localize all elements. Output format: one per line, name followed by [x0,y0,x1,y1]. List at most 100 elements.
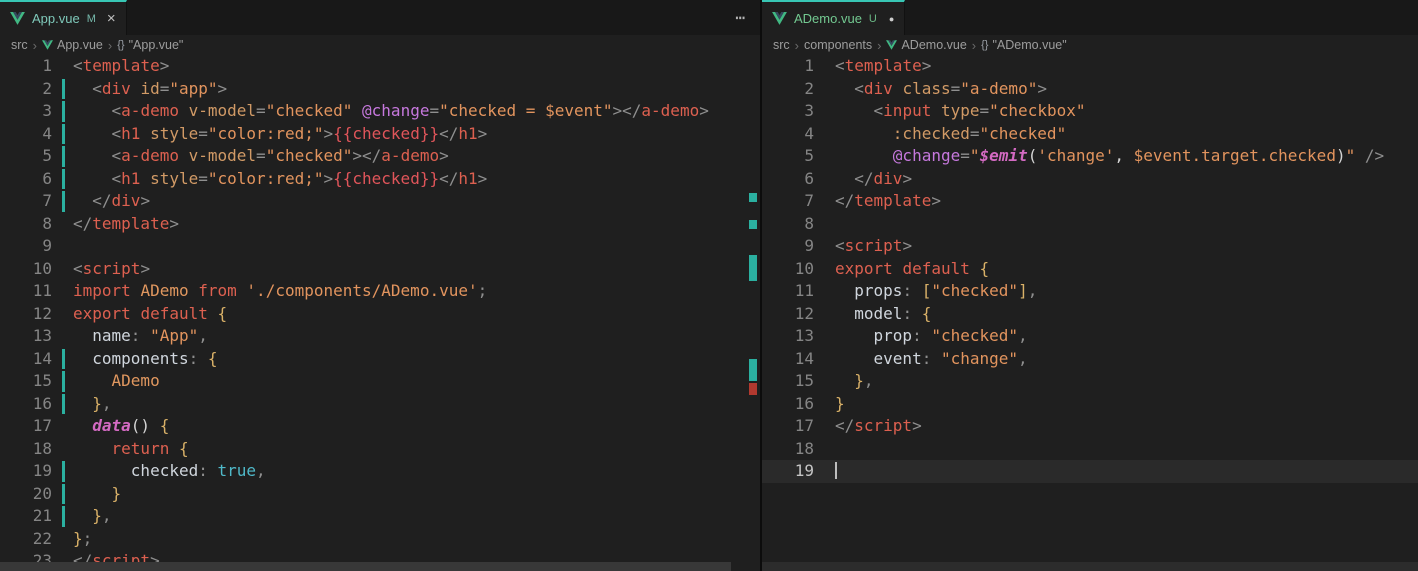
code-line[interactable]: 15 ADemo [0,370,760,393]
horizontal-scrollbar-right[interactable] [762,562,1418,571]
code-line[interactable]: 22}; [0,528,760,551]
line-number: 8 [42,213,52,233]
horizontal-scrollbar-left[interactable] [0,562,746,571]
code-line[interactable]: 17 </script> [762,415,1418,438]
code-token: ) [1335,146,1346,165]
code-token: > [912,416,922,435]
code-line[interactable]: 2 <div class="a-demo"> [762,78,1418,101]
tab-app-vue[interactable]: App.vue M × [0,0,127,35]
close-icon[interactable]: × [107,11,116,26]
code-line[interactable]: 3 <input type="checkbox" [762,100,1418,123]
code-line[interactable]: 14 event: "change", [762,348,1418,371]
code-line[interactable]: 17 data() { [0,415,760,438]
code-line[interactable]: 1 <template> [762,55,1418,78]
code-text: components: { [73,348,217,371]
scrollbar-thumb[interactable] [0,562,732,571]
code-line[interactable]: 6 <h1 style="color:red;">{{checked}}</h1… [0,168,760,191]
code-line[interactable]: 2 <div id="app"> [0,78,760,101]
code-text: <script> [835,235,912,258]
code-line[interactable]: 18 return { [0,438,760,461]
code-line[interactable]: 19 checked: true, [0,460,760,483]
code-line[interactable]: 4 :checked="checked" [762,123,1418,146]
code-line[interactable]: 1 <template> [0,55,760,78]
code-token: </ [854,168,874,188]
breadcrumb-item[interactable]: App.vue [42,38,103,52]
code-token: { [921,303,932,323]
code-line[interactable]: 10 <script> [0,258,760,281]
code-wrap-left: 1 <template> 2 <div id="app"> 3 <a-demo v-m… [0,55,760,571]
code-line[interactable]: 8 [762,213,1418,236]
code-token: "color:red;" [207,168,324,188]
code-line[interactable]: 20 } [0,483,760,506]
code-line[interactable]: 11 import ADemo from './components/ADemo.… [0,280,760,303]
code-area-left[interactable]: 1 <template> 2 <div id="app"> 3 <a-demo v-m… [0,55,760,571]
code-text: </div> [73,190,150,213]
line-number: 14 [794,348,814,368]
tab-ademo-vue[interactable]: ADemo.vue U ● [762,0,906,35]
code-token: "color:red;" [207,123,324,143]
code-line[interactable]: 4 <h1 style="color:red;">{{checked}}</h1… [0,123,760,146]
code-line[interactable]: 13 prop: "checked", [762,325,1418,348]
code-token: } [111,483,122,503]
code-token: () [130,416,151,435]
scrollbar-thumb[interactable] [762,562,1418,571]
code-line[interactable]: 12 export default { [0,303,760,326]
code-line[interactable]: 9 <script> [762,235,1418,258]
code-text: props: ["checked"], [835,280,1037,303]
breadcrumb-item[interactable]: src [773,38,790,52]
code-line[interactable]: 12 model: { [762,303,1418,326]
unsaved-dot-icon[interactable]: ● [889,14,894,24]
code-line[interactable]: 10 export default { [762,258,1418,281]
code-line[interactable]: 21 }, [0,505,760,528]
breadcrumb-separator: › [107,37,113,53]
code-line[interactable]: 8 </template> [0,213,760,236]
code-token: = [979,101,990,120]
code-token: "App" [150,326,199,345]
code-line[interactable]: 7 </div> [0,190,760,213]
code-line[interactable]: 14 components: { [0,348,760,371]
code-line[interactable]: 11 props: ["checked"], [762,280,1418,303]
code-line[interactable]: 16} [762,393,1418,416]
code-text: <script> [73,258,150,281]
breadcrumb-item[interactable]: src [11,38,28,52]
code-line[interactable]: 16 }, [0,393,760,416]
code-line[interactable]: 19 [762,460,1418,483]
code-line[interactable]: 5 @change="$emit('change', $event.target… [762,145,1418,168]
code-token: export [835,258,893,278]
code-line[interactable]: 7 </template> [762,190,1418,213]
code-text: name: "App", [73,325,208,348]
more-actions-icon[interactable]: ⋯ [721,8,760,27]
breadcrumb-item[interactable]: {} "App.vue" [117,38,183,52]
line-number: 16 [794,393,814,413]
code-area-right[interactable]: 1 <template> 2 <div class="a-demo"> 3 <inpu… [762,55,1418,571]
breadcrumb-item[interactable]: {} "ADemo.vue" [981,38,1067,52]
overview-ruler-left[interactable] [746,55,760,562]
code-token: : [921,348,932,368]
code-line[interactable]: 13 name: "App", [0,325,760,348]
code-line[interactable]: 9 [0,235,760,258]
code-line[interactable]: 6 </div> [762,168,1418,191]
code-token: < [73,258,83,278]
code-token: default [140,303,208,323]
breadcrumb-item[interactable]: ADemo.vue [886,38,967,52]
line-number: 11 [794,281,814,300]
code-token: ></ [352,146,382,165]
code-line[interactable]: 3 <a-demo v-model="checked" @change="che… [0,100,760,123]
overview-ruler-mark [749,359,757,381]
code-line[interactable]: 15 }, [762,370,1418,393]
breadcrumb-item[interactable]: components [804,38,872,52]
code-line[interactable]: 18 [762,438,1418,461]
code-token: "checked" [931,326,1019,345]
editor-group-right: ADemo.vue U ● src › components › ADemo.vue › {… [762,0,1418,571]
code-line[interactable]: 5 <a-demo v-model="checked"></a-demo> [0,145,760,168]
vue-icon [772,12,787,25]
code-token: ADemo [140,281,189,300]
